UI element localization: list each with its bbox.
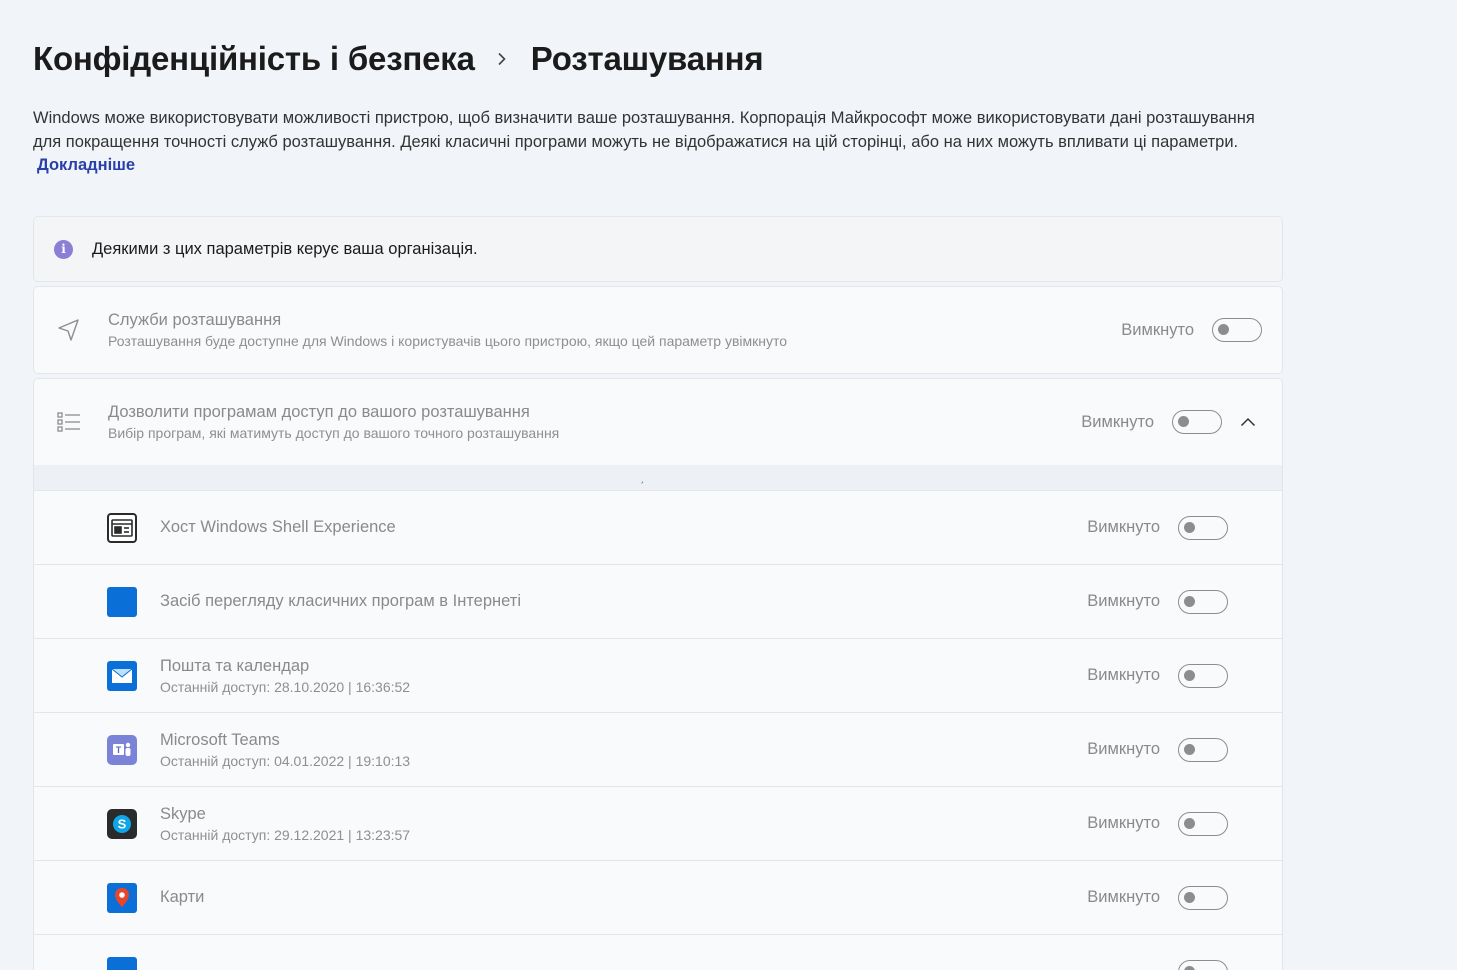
app-toggle[interactable] <box>1178 589 1228 614</box>
app-toggle[interactable] <box>1178 663 1228 688</box>
svg-text:S: S <box>118 816 127 831</box>
app-access-toggle[interactable] <box>1172 410 1222 434</box>
org-managed-infobar: i Деякими з цих параметрів керує ваша ор… <box>33 216 1283 282</box>
app-name: Карти <box>160 888 205 906</box>
app-toggle[interactable] <box>1178 885 1228 910</box>
web-viewer-icon <box>107 586 137 617</box>
location-services-card: Служби розташування Розташування буде до… <box>33 286 1283 374</box>
page-description: Windows може використовувати можливості … <box>33 107 1263 178</box>
maps-icon <box>107 882 137 913</box>
chevron-up-icon[interactable] <box>1240 414 1256 430</box>
app-last-access: Останній доступ: 04.01.2022 | 19:10:13 <box>160 752 411 769</box>
app-state: Вимкнуто <box>1087 814 1160 832</box>
location-arrow-icon <box>56 317 82 343</box>
app-access-card[interactable]: Дозволити програмам доступ до вашого роз… <box>33 378 1283 466</box>
app-row: Пошта та календар Останній доступ: 28.10… <box>34 639 1282 713</box>
learn-more-link[interactable]: Докладніше <box>37 156 135 174</box>
shell-experience-icon <box>107 512 137 543</box>
app-state: Вимкнуто <box>1087 518 1160 536</box>
location-services-title: Служби розташування <box>108 311 282 329</box>
mail-icon <box>107 660 137 691</box>
app-row: Карти Вимкнуто <box>34 861 1282 935</box>
description-text: Windows може використовувати можливості … <box>33 109 1255 151</box>
app-access-subtitle: Вибір програм, які матимуть доступ до ва… <box>108 425 560 441</box>
loading-indicator: ˏ <box>34 465 1282 491</box>
breadcrumb: Конфіденційність і безпека Розташування <box>33 40 764 78</box>
app-state: Вимкнуто <box>1087 592 1160 610</box>
app-name: Microsoft Teams <box>160 730 280 749</box>
svg-text:T: T <box>116 745 122 755</box>
location-services-state: Вимкнуто <box>1121 320 1194 339</box>
page-title: Розташування <box>530 40 764 77</box>
app-name: Хост Windows Shell Experience <box>160 518 396 536</box>
app-last-access: Останній доступ: 29.12.2021 | 13:23:57 <box>160 826 411 843</box>
chevron-right-icon <box>497 52 509 66</box>
location-services-toggle[interactable] <box>1212 318 1262 342</box>
info-icon: i <box>54 239 73 259</box>
app-row: S Skype Останній доступ: 29.12.2021 | 13… <box>34 787 1282 861</box>
app-state: Вимкнуто <box>1087 740 1160 758</box>
apps-list: ˏ Хост Windows Shell Experience Вимкнуто… <box>33 465 1283 970</box>
app-name: Засіб перегляду класичних програм в Інте… <box>160 592 521 610</box>
skype-icon: S <box>107 808 137 839</box>
app-name: Skype <box>160 804 206 823</box>
app-state: Вимкнуто <box>1087 888 1160 906</box>
app-state: Вимкнуто <box>1087 666 1160 684</box>
progress-ring-icon: ˏ <box>640 470 644 484</box>
app-access-title: Дозволити програмам доступ до вашого роз… <box>108 403 530 421</box>
app-toggle[interactable] <box>1178 811 1228 836</box>
location-services-subtitle: Розташування буде доступне для Windows і… <box>108 333 788 349</box>
infobar-text: Деякими з цих параметрів керує ваша орга… <box>92 239 478 258</box>
app-toggle[interactable] <box>1178 515 1228 540</box>
app-row <box>34 935 1282 970</box>
app-last-access: Останній доступ: 28.10.2020 | 16:36:52 <box>160 678 411 695</box>
breadcrumb-parent-link[interactable]: Конфіденційність і безпека <box>33 40 475 78</box>
app-toggle[interactable] <box>1178 960 1228 970</box>
app-row: T Microsoft Teams Останній доступ: 04.01… <box>34 713 1282 787</box>
app-icon <box>107 957 137 970</box>
app-row: Хост Windows Shell Experience Вимкнуто <box>34 491 1282 565</box>
teams-icon: T <box>107 734 137 765</box>
list-icon <box>56 409 82 435</box>
app-name: Пошта та календар <box>160 656 310 675</box>
app-row: Засіб перегляду класичних програм в Інте… <box>34 565 1282 639</box>
app-toggle[interactable] <box>1178 737 1228 762</box>
settings-page: Конфіденційність і безпека Розташування … <box>0 0 1457 970</box>
app-access-state: Вимкнуто <box>1081 412 1154 431</box>
